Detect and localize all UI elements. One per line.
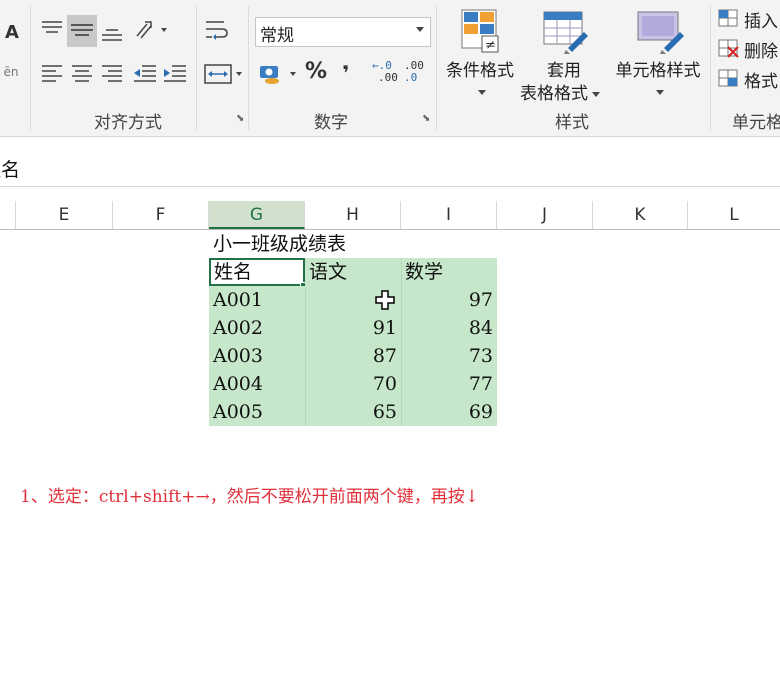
chevron-down-icon: [592, 91, 600, 97]
cell-name[interactable]: A001: [209, 286, 305, 314]
cell-style-icon: [637, 11, 684, 54]
chevron-down-icon[interactable]: [416, 27, 424, 32]
format-label: 格式: [744, 72, 778, 92]
cell-math[interactable]: 69: [401, 398, 497, 426]
separator: [436, 6, 437, 130]
cell-math[interactable]: 97: [401, 286, 497, 314]
column-header-partial[interactable]: [0, 201, 16, 229]
chevron-down-icon: [478, 90, 486, 95]
insert-icon: [718, 9, 738, 27]
cross-cursor-icon: [375, 290, 395, 310]
comma-style-button[interactable]: ❜: [334, 63, 358, 84]
instruction-text: 1、选定：ctrl+shift+→，然后不要松开前面两个键，再按↓: [20, 487, 479, 507]
delete-button[interactable]: 删除: [716, 36, 780, 62]
insert-button[interactable]: 插入: [716, 6, 780, 32]
header-cell-name[interactable]: 姓名: [209, 258, 305, 286]
delete-label: 删除: [744, 42, 778, 62]
cell-chinese[interactable]: 91: [305, 314, 401, 342]
header-cell-chinese[interactable]: 语文: [305, 258, 401, 286]
table-format-label-2-text: 表格格式: [520, 84, 588, 104]
table-format-button[interactable]: 套用 表格格式: [518, 6, 612, 104]
decrease-decimal-bottom: .0: [404, 71, 418, 84]
column-header-i[interactable]: I: [401, 201, 497, 229]
align-left-icon[interactable]: [40, 62, 64, 86]
column-header-l[interactable]: L: [688, 201, 780, 229]
column-header-e[interactable]: E: [16, 201, 113, 229]
column-header-g[interactable]: G: [209, 201, 305, 229]
cell-name[interactable]: A004: [209, 370, 305, 398]
cells-group-label: 单元格: [732, 113, 780, 133]
header-cell-math[interactable]: 数学: [401, 258, 497, 286]
increase-decimal-button[interactable]: ←.0 .00: [372, 60, 402, 90]
styles-group-label: 样式: [555, 113, 589, 133]
separator: [196, 6, 197, 130]
sheet-title-cell[interactable]: 小一班级成绩表: [213, 230, 413, 258]
merge-center-icon[interactable]: [204, 62, 244, 86]
gridline: [305, 286, 306, 426]
alignment-group-label: 对齐方式: [94, 113, 162, 133]
separator: [30, 6, 31, 130]
cell-name[interactable]: A002: [209, 314, 305, 342]
orientation-icon[interactable]: [133, 18, 169, 42]
cell-chinese[interactable]: 65: [305, 398, 401, 426]
decrease-decimal-button[interactable]: .00 .0: [404, 60, 434, 90]
ribbon: A ēn 对齐方式 ⬊ 常规 % ❜ ←.0 .00 .00 .0 数字 ⬊ ≠…: [0, 0, 780, 137]
cell-chinese[interactable]: 87: [305, 342, 401, 370]
cell-math[interactable]: 84: [401, 314, 497, 342]
cell-style-label: 单元格样式: [615, 61, 701, 81]
formula-bar[interactable]: 姓名: [0, 150, 780, 187]
alignment-launcher-icon[interactable]: ⬊: [236, 114, 246, 124]
gridline: [401, 258, 402, 426]
cell-math[interactable]: 73: [401, 342, 497, 370]
number-format-select[interactable]: 常规: [255, 17, 431, 47]
conditional-format-label: 条件格式: [446, 61, 514, 81]
phonetic-icon[interactable]: ēn: [0, 62, 22, 83]
accounting-format-icon[interactable]: [258, 62, 300, 86]
format-icon: [718, 69, 738, 87]
increase-indent-icon[interactable]: [162, 62, 188, 86]
sheet-grid[interactable]: 小一班级成绩表 姓名 语文 数学 A001 97 A002 91 84 A003…: [0, 230, 780, 678]
cell-chinese[interactable]: 70: [305, 370, 401, 398]
table-format-label-1: 套用: [547, 61, 581, 81]
column-header-f[interactable]: F: [113, 201, 209, 229]
number-format-value: 常规: [260, 26, 294, 46]
cell-name[interactable]: A003: [209, 342, 305, 370]
align-right-icon[interactable]: [100, 62, 124, 86]
align-top-icon[interactable]: [40, 18, 64, 42]
column-header-j[interactable]: J: [497, 201, 593, 229]
conditional-format-icon: ≠: [461, 9, 499, 53]
insert-label: 插入: [744, 12, 778, 32]
percent-style-button[interactable]: %: [302, 61, 330, 83]
delete-icon: [718, 39, 739, 58]
align-center-icon[interactable]: [70, 62, 94, 86]
chevron-down-icon: [656, 90, 664, 95]
column-header-row: E F G H I J K L: [0, 201, 780, 230]
increase-decimal-bottom: .00: [378, 71, 398, 84]
table-format-label-2: 表格格式: [520, 79, 612, 104]
wrap-text-icon[interactable]: [204, 18, 230, 44]
separator: [710, 6, 711, 130]
separator: [248, 6, 249, 130]
table-format-icon: [543, 11, 588, 54]
number-launcher-icon[interactable]: ⬊: [422, 114, 432, 124]
column-header-h[interactable]: H: [305, 201, 401, 229]
formula-bar-value: 姓名: [0, 159, 21, 181]
cell-style-button[interactable]: 单元格样式: [610, 6, 706, 102]
align-bottom-icon[interactable]: [100, 18, 124, 42]
font-color-button[interactable]: A: [2, 22, 22, 43]
conditional-format-button[interactable]: ≠ 条件格式: [442, 6, 518, 102]
number-group-label: 数字: [314, 113, 348, 133]
align-middle-icon-active[interactable]: [67, 15, 97, 47]
svg-text:≠: ≠: [485, 38, 496, 53]
cell-math[interactable]: 77: [401, 370, 497, 398]
cell-name[interactable]: A005: [209, 398, 305, 426]
format-button[interactable]: 格式: [716, 66, 780, 92]
header-name-text: 姓名: [214, 261, 253, 283]
column-header-k[interactable]: K: [593, 201, 688, 229]
decrease-indent-icon[interactable]: [132, 62, 158, 86]
